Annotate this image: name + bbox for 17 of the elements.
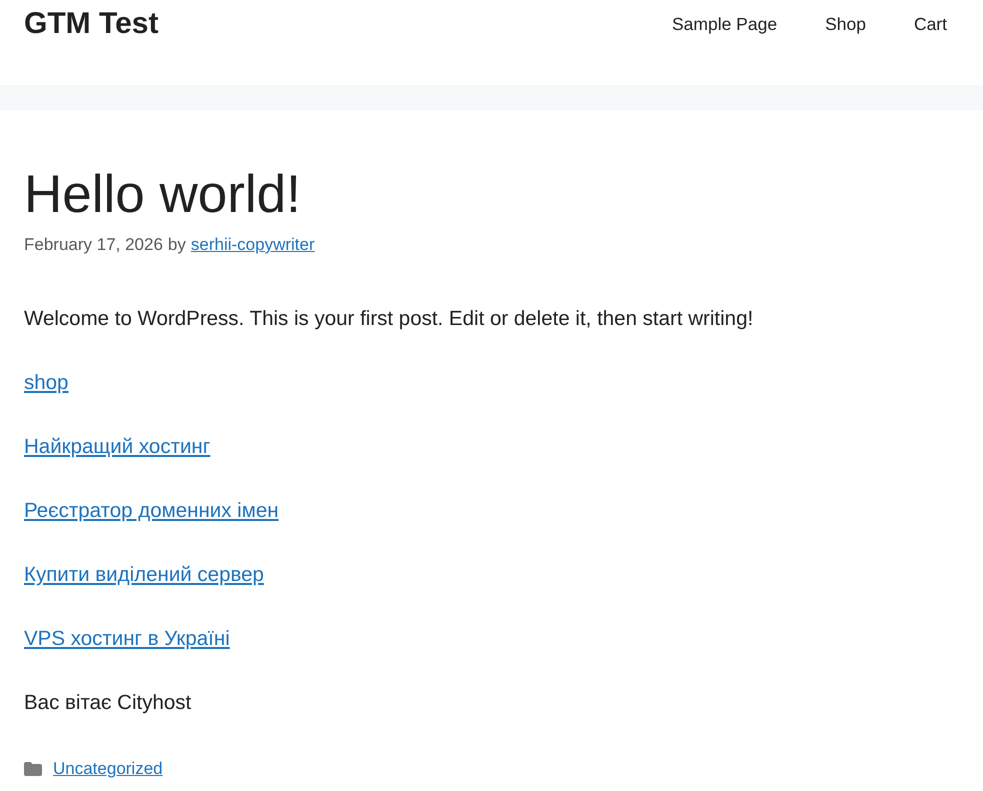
paragraph-text: Welcome to WordPress. This is your first post. Edit or delete it, then start writing! xyxy=(24,307,754,330)
author-link[interactable]: serhii-copywriter xyxy=(190,233,315,257)
content-link[interactable]: Найкращий хостинг xyxy=(24,435,210,458)
content-link[interactable]: shop xyxy=(24,371,68,394)
content-link[interactable]: Реєстратор доменних імен xyxy=(24,499,279,522)
nav-link[interactable]: Sample Page xyxy=(672,6,778,42)
paragraph-text: Вас вітає Cityhost xyxy=(24,691,192,714)
nav-link[interactable]: Cart xyxy=(914,6,947,42)
category-link[interactable]: Uncategorized xyxy=(53,757,163,781)
by-label: by xyxy=(168,234,186,256)
folder-icon xyxy=(24,762,42,776)
content-link[interactable]: Купити виділений сервер xyxy=(24,563,264,586)
post-title: Hello world! xyxy=(24,164,301,226)
nav-link[interactable]: Shop xyxy=(825,6,866,42)
content-link[interactable]: VPS хостинг в Україні xyxy=(24,627,230,650)
post-date: February 17, 2026 xyxy=(24,234,163,256)
site-title[interactable]: GTM Test xyxy=(24,6,158,42)
